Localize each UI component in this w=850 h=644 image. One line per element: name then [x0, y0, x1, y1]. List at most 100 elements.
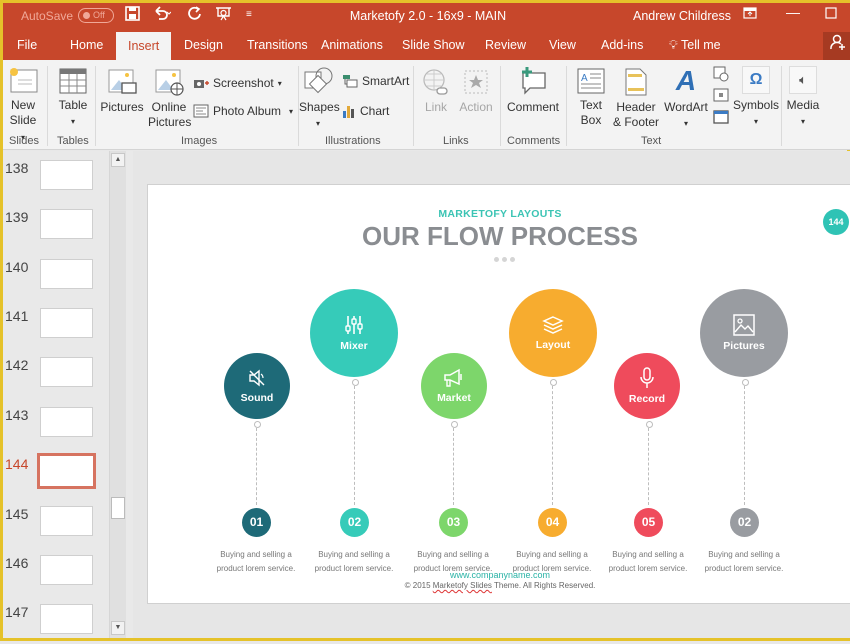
wordart-button[interactable]: A WordArt ▾ [663, 66, 709, 131]
scroll-up-arrow-icon[interactable]: ▲ [111, 153, 125, 167]
step-circle-market[interactable]: Market [421, 353, 487, 419]
thumbnail-scrollbar[interactable]: ▲ ▼ [109, 151, 126, 638]
photo-album-button[interactable]: Photo Album ▾ [193, 104, 293, 118]
slide-subtitle[interactable]: MARKETOFY LAYOUTS [148, 208, 850, 220]
step-circle-pictures[interactable]: Pictures [700, 289, 788, 377]
date-time-icon [713, 66, 729, 82]
table-button[interactable]: Table ▾ [55, 68, 91, 129]
lightbulb-icon: 💡︎ [669, 38, 678, 52]
link-button[interactable]: Link [419, 68, 453, 115]
online-pictures-button[interactable]: Online Pictures [148, 68, 191, 130]
screenshot-button[interactable]: Screenshot ▾ [193, 76, 282, 90]
group-label-links: Links [443, 135, 469, 147]
chart-button[interactable]: Chart [342, 104, 389, 118]
action-button[interactable]: Action [457, 68, 495, 115]
date-time-button[interactable] [713, 66, 729, 82]
thumbnail-image [40, 308, 93, 338]
ribbon-display-icon[interactable] [743, 6, 757, 22]
thumbnail-142[interactable]: 142 [3, 357, 103, 397]
link-icon [423, 69, 448, 95]
tab-insert[interactable]: Insert [116, 32, 172, 60]
svg-text:A: A [581, 73, 588, 84]
tab-transitions[interactable]: Transitions [247, 38, 308, 52]
thumbnail-140[interactable]: 140 [3, 259, 103, 299]
slide-title[interactable]: OUR FLOW PROCESS [148, 221, 850, 252]
thumbnail-147[interactable]: 147 [3, 604, 103, 644]
object-button[interactable] [713, 110, 729, 124]
screenshot-icon [194, 80, 209, 88]
tab-add-ins[interactable]: Add-ins [601, 38, 643, 52]
text-box-button[interactable]: A Text Box [573, 68, 609, 128]
step-circle-sound[interactable]: Sound [224, 353, 290, 419]
new-slide-button[interactable]: New Slide ▾ [7, 66, 39, 145]
tab-home[interactable]: Home [70, 38, 103, 52]
step-number-02: 02 [340, 508, 369, 537]
group-label-comments: Comments [507, 135, 561, 147]
chart-icon [343, 106, 354, 118]
thumbnail-image [40, 259, 93, 289]
pictures-icon [108, 69, 137, 94]
scroll-down-arrow-icon[interactable]: ▼ [111, 621, 125, 635]
tab-view[interactable]: View [549, 38, 576, 52]
new-slide-icon [10, 68, 38, 93]
tab-design[interactable]: Design [184, 38, 223, 52]
thumbnail-138[interactable]: 138 [3, 160, 103, 200]
footer-url[interactable]: www.companyname.com [148, 570, 850, 580]
slide-thumbnail-pane: 138 139 140 141 142 143 144 145 146 147 … [3, 151, 133, 638]
table-icon [59, 68, 87, 94]
thumbnail-141[interactable]: 141 [3, 308, 103, 348]
connector-line [742, 379, 749, 505]
tab-slide-show[interactable]: Slide Show [402, 38, 465, 52]
slide-number-button[interactable] [713, 88, 729, 102]
thumbnail-image [40, 604, 93, 634]
scrollbar-thumb[interactable] [111, 497, 125, 519]
share-account-icon[interactable] [823, 32, 850, 60]
tab-review[interactable]: Review [485, 38, 526, 52]
tell-me-search[interactable]: 💡︎ Tell me [669, 38, 721, 53]
thumbnail-145[interactable]: 145 [3, 506, 103, 546]
speaker-icon: 🔈︎ [789, 66, 817, 94]
media-button[interactable]: 🔈︎ Media ▾ [785, 66, 821, 129]
group-label-illustrations: Illustrations [325, 135, 381, 147]
omega-icon: Ω [742, 66, 770, 94]
tab-animations[interactable]: Animations [321, 38, 383, 52]
group-label-images: Images [181, 135, 218, 147]
user-name[interactable]: Andrew Childress [633, 9, 731, 23]
slide-canvas[interactable]: MARKETOFY LAYOUTS OUR FLOW PROCESS Sound… [147, 184, 850, 604]
wordart-icon: A [675, 65, 697, 96]
symbols-button[interactable]: Ω Symbols ▾ [733, 66, 779, 129]
comment-icon [522, 67, 546, 95]
slide-number-badge: 144 [823, 209, 849, 235]
ribbon-insert: New Slide ▾ Slides Table ▾ Tables Picture… [3, 60, 850, 150]
thumbnail-143[interactable]: 143 [3, 407, 103, 447]
text-box-icon: A [577, 68, 605, 94]
maximize-icon[interactable] [825, 6, 837, 22]
thumbnail-image-selected [37, 453, 96, 489]
connector-line [352, 379, 359, 505]
minimize-icon[interactable]: — [786, 4, 800, 20]
slide-number-icon [713, 88, 729, 102]
step-circle-mixer[interactable]: Mixer [310, 289, 398, 377]
thumbnail-image [40, 160, 93, 190]
step-circle-record[interactable]: Record [614, 353, 680, 419]
title-bar: AutoSave Off ≡ Marketofy 2.0 - 16x9 - MA… [3, 0, 850, 30]
title-dots [494, 257, 515, 262]
thumbnail-139[interactable]: 139 [3, 209, 103, 249]
layers-icon [542, 316, 564, 334]
step-number-05: 05 [634, 508, 663, 537]
shapes-button[interactable]: Shapes ▾ [299, 66, 340, 131]
shapes-icon [304, 67, 333, 94]
header-footer-button[interactable]: Header & Footer [611, 68, 661, 130]
comment-button[interactable]: Comment [505, 66, 561, 115]
group-label-tables: Tables [57, 135, 89, 147]
step-number-01: 01 [242, 508, 271, 537]
tab-file[interactable]: File [17, 38, 37, 52]
thumbnail-146[interactable]: 146 [3, 555, 103, 595]
header-footer-icon [625, 68, 647, 96]
step-number-04: 04 [538, 508, 567, 537]
smartart-button[interactable]: SmartArt [342, 74, 409, 88]
step-circle-layout[interactable]: Layout [509, 289, 597, 377]
thumbnail-image [40, 555, 93, 585]
thumbnail-144[interactable]: 144 [3, 453, 103, 496]
pictures-button[interactable]: Pictures [100, 68, 144, 115]
